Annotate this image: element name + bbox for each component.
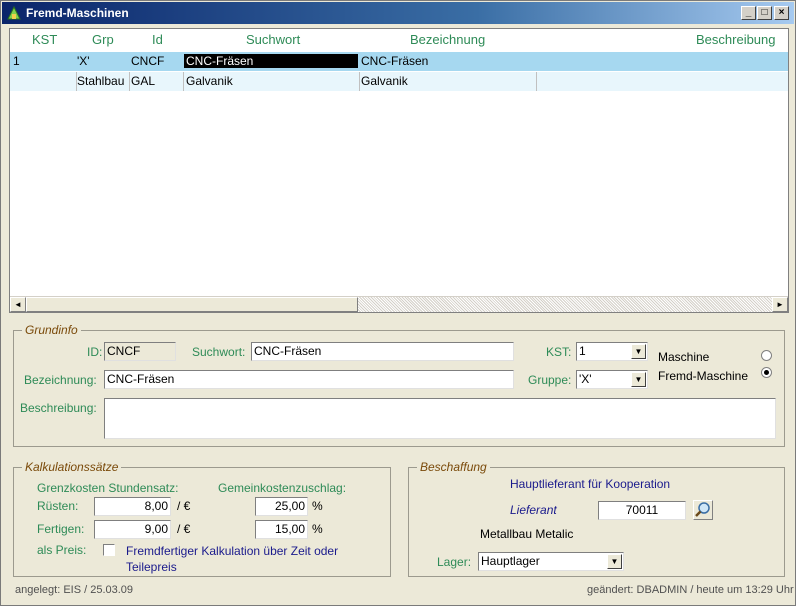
lager-select[interactable]: Hauptlager ▼ — [478, 552, 624, 571]
column-header-kst[interactable]: KST — [32, 32, 57, 47]
cell-grp: Stahlbau — [77, 74, 125, 88]
kst-label: KST: — [546, 345, 572, 359]
als-preis-label: als Preis: — [37, 543, 87, 557]
close-button[interactable]: × — [774, 6, 789, 20]
fertigen-pct-field[interactable]: 15,00 — [255, 520, 308, 539]
column-divider — [183, 72, 184, 91]
scroll-thumb[interactable] — [26, 297, 358, 312]
suchwort-label: Suchwort: — [192, 345, 246, 359]
maschine-label: Maschine — [658, 350, 710, 364]
maschine-radio[interactable] — [761, 350, 772, 361]
kst-select[interactable]: 1 ▼ — [576, 342, 648, 361]
column-header-suchwort[interactable]: Suchwort — [246, 32, 300, 47]
suchwort-field[interactable]: CNC-Fräsen — [251, 342, 514, 361]
table-row[interactable]: Stahlbau GAL Galvanik Galvanik — [10, 72, 788, 91]
column-divider — [359, 72, 360, 91]
column-divider — [76, 72, 77, 91]
cell-bezeichnung: CNC-Fräsen — [361, 54, 429, 68]
bezeichnung-field[interactable]: CNC-Fräsen — [104, 370, 514, 389]
beschreibung-field[interactable] — [104, 398, 776, 439]
grenzkosten-label: Grenzkosten Stundensatz: — [37, 481, 179, 495]
hauptlieferant-label: Hauptlieferant für Kooperation — [510, 477, 671, 491]
id-label: ID: — [87, 345, 103, 359]
lieferant-link[interactable]: Lieferant — [510, 503, 557, 517]
fremd-maschine-radio[interactable] — [761, 367, 772, 378]
cell-grp: 'X' — [77, 54, 90, 68]
als-preis-checkbox[interactable] — [103, 544, 115, 556]
kalkulation-legend: Kalkulationssätze — [25, 460, 119, 474]
lieferant-name: Metallbau Metalic — [480, 527, 574, 541]
lieferant-field[interactable]: 70011 — [598, 501, 686, 520]
chevron-down-icon[interactable]: ▼ — [631, 344, 646, 359]
table-header: KST Grp Id Suchwort Bezeichnung Beschrei… — [10, 29, 788, 51]
lager-select-value: Hauptlager — [481, 554, 540, 568]
beschreibung-label: Beschreibung: — [20, 401, 97, 415]
gruppe-select[interactable]: 'X' ▼ — [576, 370, 648, 389]
beschaffung-legend: Beschaffung — [420, 460, 487, 474]
lager-label: Lager: — [437, 555, 472, 569]
magnifier-icon — [695, 502, 710, 517]
table-row[interactable]: 1 'X' CNCF CNC-Fräsen CNC-Fräsen — [10, 52, 788, 71]
cell-id: GAL — [131, 74, 156, 88]
fertigen-pct-sign: % — [312, 522, 323, 536]
cell-kst: 1 — [13, 54, 20, 68]
column-divider — [129, 72, 130, 91]
machines-table[interactable]: KST Grp Id Suchwort Bezeichnung Beschrei… — [9, 28, 789, 313]
fremdfertiger-text: Fremdfertiger Kalkulation über Zeit oder… — [126, 544, 339, 574]
maximize-button[interactable]: □ — [757, 6, 772, 20]
fertigen-unit: / € — [177, 522, 191, 536]
title-bar: Fremd-Maschinen _ □ × — [2, 2, 794, 24]
fremd-maschinen-window: Fremd-Maschinen _ □ × KST Grp Id Suchwor… — [0, 0, 796, 606]
created-info: angelegt: EIS / 25.03.09 — [15, 584, 134, 596]
scroll-left-button[interactable]: ◄ — [10, 297, 26, 312]
grundinfo-legend: Grundinfo — [25, 323, 78, 337]
app-icon — [6, 5, 22, 21]
column-header-id[interactable]: Id — [152, 32, 163, 47]
ruesten-pct-sign: % — [312, 499, 323, 513]
chevron-down-icon[interactable]: ▼ — [631, 372, 646, 387]
fremd-maschine-label: Fremd-Maschine — [658, 369, 749, 383]
ruesten-pct-field[interactable]: 25,00 — [255, 497, 308, 516]
cell-suchwort: CNC-Fräsen — [184, 54, 358, 68]
window-title: Fremd-Maschinen — [26, 6, 129, 20]
kst-select-value: 1 — [579, 344, 586, 358]
column-header-beschreibung[interactable]: Beschreibung — [696, 32, 776, 47]
minimize-button[interactable]: _ — [741, 6, 756, 20]
fertigen-label: Fertigen: — [37, 522, 85, 536]
chevron-down-icon[interactable]: ▼ — [607, 554, 622, 569]
ruesten-unit: / € — [177, 499, 191, 513]
column-divider — [536, 72, 537, 91]
cell-bezeichnung: Galvanik — [361, 74, 408, 88]
cell-suchwort: Galvanik — [186, 74, 233, 88]
gruppe-select-value: 'X' — [579, 372, 592, 386]
scroll-right-button[interactable]: ► — [772, 297, 788, 312]
cell-id: CNCF — [131, 54, 165, 68]
fertigen-field[interactable]: 9,00 — [94, 520, 171, 539]
gemeinkosten-label: Gemeinkostenzuschlag: — [218, 481, 347, 495]
column-header-grp[interactable]: Grp — [92, 32, 114, 47]
column-header-bezeichnung[interactable]: Bezeichnung — [410, 32, 485, 47]
lieferant-lookup-button[interactable] — [693, 500, 713, 520]
gruppe-label: Gruppe: — [528, 373, 572, 387]
bezeichnung-label: Bezeichnung: — [24, 373, 97, 387]
ruesten-field[interactable]: 8,00 — [94, 497, 171, 516]
horizontal-scrollbar[interactable]: ◄ ► — [10, 296, 788, 312]
changed-info: geändert: DBADMIN / heute um 13:29 Uhr — [587, 584, 794, 596]
id-field[interactable]: CNCF — [104, 342, 176, 361]
ruesten-label: Rüsten: — [37, 499, 79, 513]
